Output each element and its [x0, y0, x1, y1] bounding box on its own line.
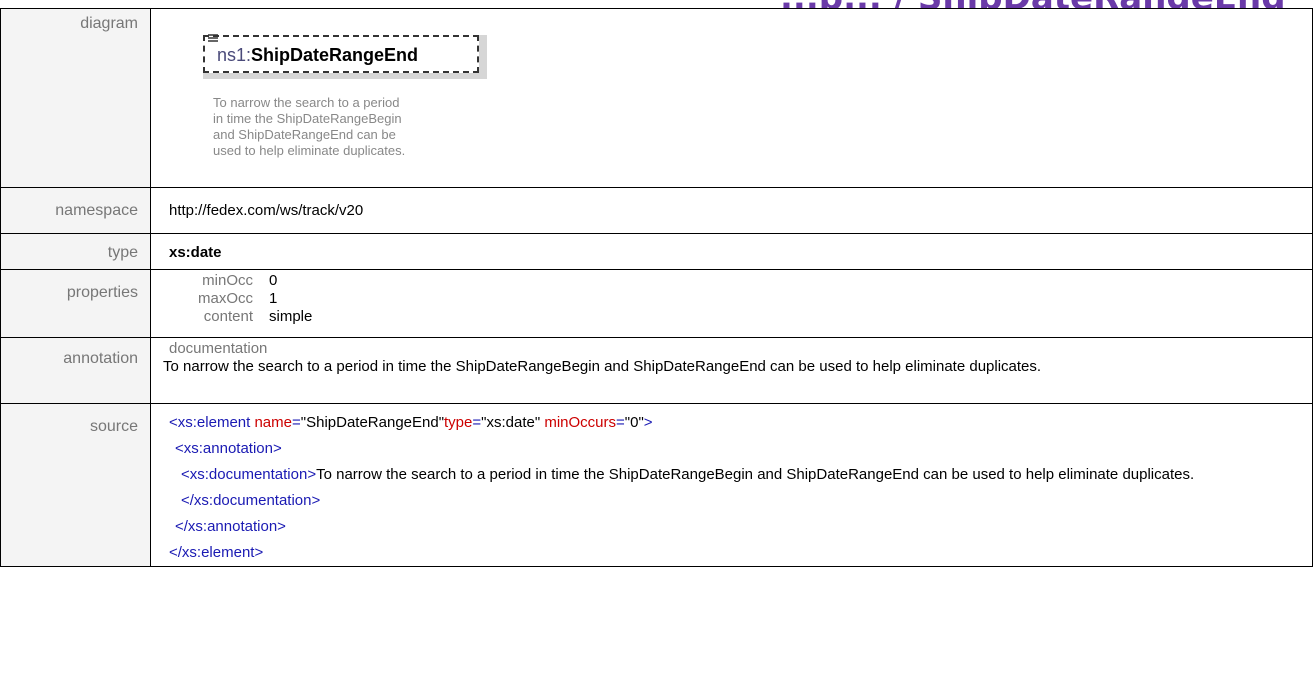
xml-attr: type [444, 414, 473, 431]
diagram-doc-line: To narrow the search to a period [213, 95, 400, 110]
prop-key-content: content [203, 308, 253, 325]
source-line: </xs:annotation> [169, 514, 1312, 540]
page-heading-text: ...p... / ShipDateRangeEnd [780, 0, 1286, 8]
annotation-cell: documentation To narrow the search to a … [150, 337, 1313, 404]
source-code: <xs:element name="ShipDateRangeEnd"type=… [150, 403, 1313, 567]
properties-grid: minOcc 0 maxOcc 1 content simple [151, 272, 1312, 325]
type-row: type xs:date [0, 233, 1313, 270]
xml-tag: <xs:annotation> [175, 440, 282, 457]
xml-attr: minOccurs [544, 414, 617, 431]
xml-text: To narrow the search to a period in time… [316, 466, 1195, 483]
type-label: type [0, 233, 151, 270]
source-row: source <xs:element name="ShipDateRangeEn… [0, 403, 1313, 567]
xml-value: "ShipDateRangeEnd" [300, 414, 445, 431]
diagram-cell: ns1:ShipDateRangeEnd To narrow the searc… [150, 8, 1313, 188]
diagram-doc-line: used to help eliminate duplicates. [213, 143, 406, 158]
xml-tag: <xs:documentation> [181, 466, 317, 483]
annotation-label: annotation [0, 337, 151, 404]
diagram-doc-line: and ShipDateRangeEnd can be [213, 127, 396, 142]
diagram-row: diagram ns1:ShipDateRangeEnd To narrow t… [0, 8, 1313, 188]
element-name: ShipDateRangeEnd [251, 45, 419, 65]
annotation-text: To narrow the search to a period in time… [163, 358, 1042, 375]
xml-attr: name [254, 414, 292, 431]
diagram-documentation: To narrow the search to a period in time… [213, 95, 483, 159]
diagram-label: diagram [0, 8, 151, 188]
namespace-value: http://fedex.com/ws/track/v20 [150, 187, 1313, 234]
namespace-label: namespace [0, 187, 151, 234]
documentation-lines-icon [208, 34, 218, 42]
element-prefix: ns1: [217, 45, 252, 65]
prop-value-content: simple [269, 308, 313, 325]
diagram-doc-line: in time the ShipDateRangeBegin [213, 111, 402, 126]
xml-value: "0" [624, 414, 644, 431]
xml-value: "xs:date" [481, 414, 541, 431]
source-line: <xs:documentation>To narrow the search t… [169, 462, 1312, 514]
annotation-key: documentation [169, 340, 268, 357]
properties-label: properties [0, 269, 151, 338]
xml-tag: <xs:element [169, 414, 251, 431]
source-label: source [0, 403, 151, 567]
annotation-row: annotation documentation To narrow the s… [0, 337, 1313, 404]
type-value[interactable]: xs:date [150, 233, 1313, 270]
properties-row: properties minOcc 0 maxOcc 1 content sim… [0, 269, 1313, 338]
xml-tag: </xs:documentation> [181, 492, 321, 509]
properties-cell: minOcc 0 maxOcc 1 content simple [150, 269, 1313, 338]
xml-tag: </xs:annotation> [175, 518, 286, 535]
source-line: <xs:annotation> [169, 436, 1312, 462]
prop-key-maxocc: maxOcc [197, 290, 253, 307]
prop-key-minocc: minOcc [202, 272, 253, 289]
prop-value-maxocc: 1 [269, 290, 278, 307]
source-line: </xs:element> [169, 540, 1312, 566]
prop-value-minocc: 0 [269, 272, 278, 289]
element-diagram: ns1:ShipDateRangeEnd To narrow the searc… [169, 15, 489, 175]
element-box-shadow: ns1:ShipDateRangeEnd [203, 35, 487, 79]
xml-tag: > [643, 414, 653, 431]
source-line: <xs:element name="ShipDateRangeEnd"type=… [169, 414, 653, 431]
page-heading: ...p... / ShipDateRangeEnd [780, 0, 1286, 8]
element-properties-table: diagram ns1:ShipDateRangeEnd To narrow t… [0, 8, 1313, 567]
namespace-row: namespace http://fedex.com/ws/track/v20 [0, 187, 1313, 234]
element-box[interactable]: ns1:ShipDateRangeEnd [203, 35, 479, 73]
xml-tag: </xs:element> [169, 544, 264, 561]
